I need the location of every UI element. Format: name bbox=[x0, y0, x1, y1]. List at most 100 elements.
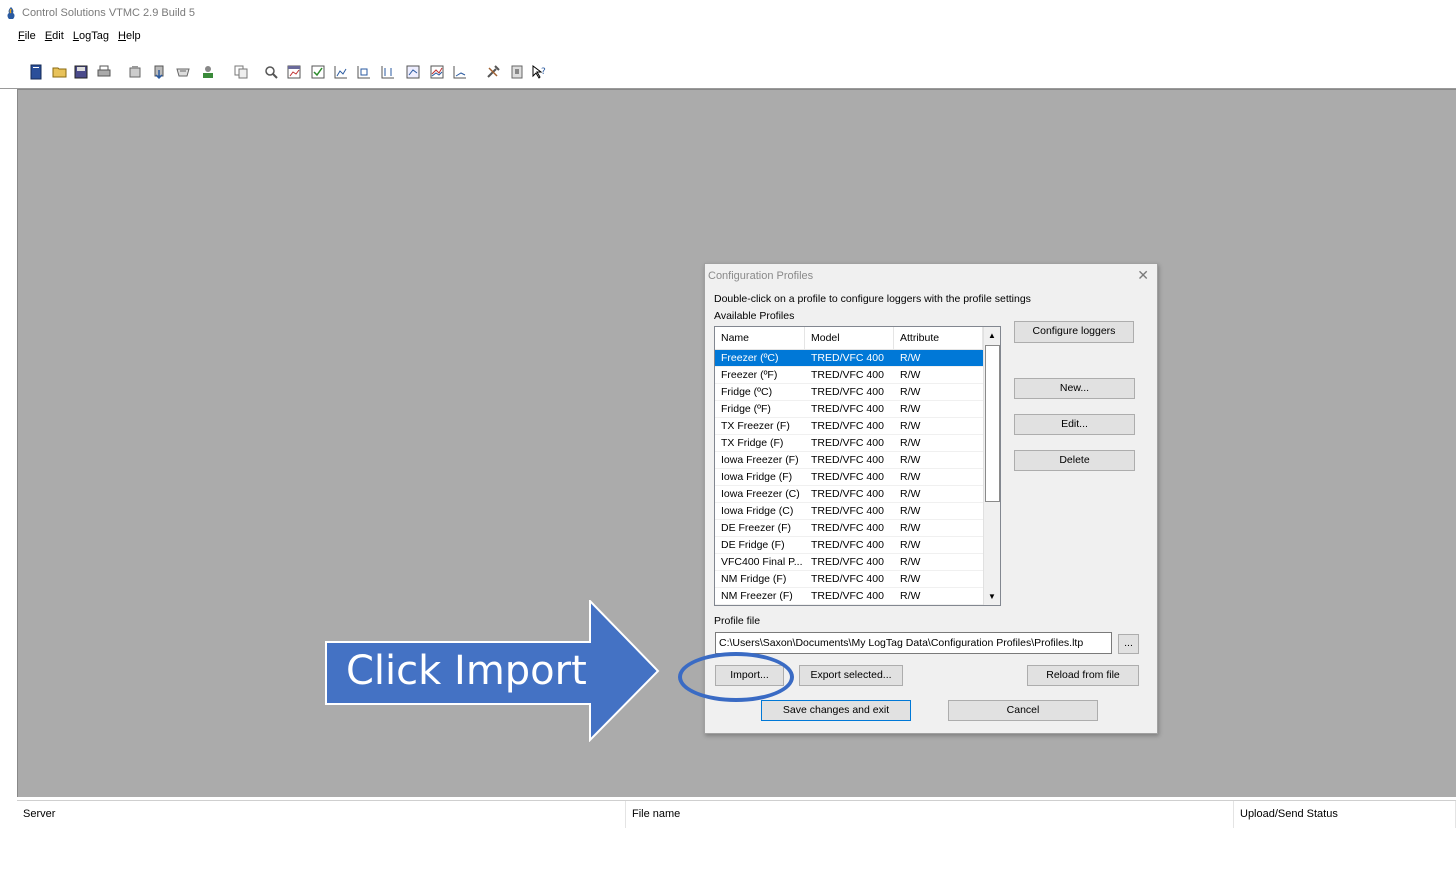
list-item[interactable]: Freezer (ºC) TRED/VFC 400 R/W bbox=[715, 350, 983, 367]
cell-name: VFC400 Final P... bbox=[721, 556, 803, 568]
profiles-list[interactable]: Name Model Attribute Freezer (ºC) TRED/VF… bbox=[714, 326, 1001, 606]
cell-name: Iowa Fridge (F) bbox=[721, 471, 793, 483]
check-chart-icon[interactable] bbox=[310, 64, 326, 80]
list-item[interactable]: Iowa Freezer (C) TRED/VFC 400 R/W bbox=[715, 486, 983, 503]
save-icon[interactable] bbox=[73, 64, 89, 80]
cell-model: TRED/VFC 400 bbox=[811, 454, 884, 466]
delete-profile-button[interactable]: Delete bbox=[1014, 450, 1135, 471]
svg-text:?: ? bbox=[541, 67, 546, 77]
close-icon[interactable]: ✕ bbox=[1137, 267, 1149, 284]
menu-help[interactable]: Help bbox=[118, 30, 141, 42]
cell-attribute: R/W bbox=[900, 539, 921, 551]
column-header-name[interactable]: Name bbox=[715, 327, 805, 349]
list-item[interactable]: KY Freezer (F)TRED/VFC 400R/W bbox=[715, 605, 983, 606]
open-folder-icon[interactable] bbox=[52, 64, 68, 80]
app-logo-icon bbox=[7, 7, 15, 19]
list-item[interactable]: Iowa Fridge (F) TRED/VFC 400 R/W bbox=[715, 469, 983, 486]
column-header-file-name[interactable]: File name bbox=[626, 801, 1234, 828]
new-profile-button[interactable]: New... bbox=[1014, 378, 1135, 399]
multi-line-chart-icon[interactable] bbox=[429, 64, 445, 80]
menu-file[interactable]: File bbox=[18, 30, 36, 42]
cell-name: DE Fridge (F) bbox=[721, 539, 785, 551]
chart-icon[interactable] bbox=[333, 64, 349, 80]
cell-model: TRED/VFC 400 bbox=[805, 605, 894, 606]
zoom-icon[interactable] bbox=[263, 64, 279, 80]
column-header-model[interactable]: Model bbox=[805, 327, 894, 349]
list-item[interactable]: Iowa Freezer (F) TRED/VFC 400 R/W bbox=[715, 452, 983, 469]
column-header-attribute[interactable]: Attribute bbox=[894, 327, 983, 349]
list-header: Name Model Attribute bbox=[715, 327, 983, 350]
chart-range-icon[interactable] bbox=[380, 64, 396, 80]
chart-zoom-icon[interactable] bbox=[356, 64, 372, 80]
callout-text: Click Import bbox=[346, 648, 587, 694]
save-changes-button[interactable]: Save changes and exit bbox=[761, 700, 911, 721]
cell-attribute: R/W bbox=[900, 590, 921, 602]
list-item[interactable]: NM Fridge (F) TRED/VFC 400 R/W bbox=[715, 571, 983, 588]
edit-profile-button[interactable]: Edit... bbox=[1014, 414, 1135, 435]
cell-model: TRED/VFC 400 bbox=[811, 369, 884, 381]
cell-attribute: R/W bbox=[900, 556, 921, 568]
list-item[interactable]: TX Fridge (F) TRED/VFC 400 R/W bbox=[715, 435, 983, 452]
calendar-chart-icon[interactable] bbox=[286, 64, 302, 80]
cell-model: TRED/VFC 400 bbox=[811, 556, 884, 568]
cell-model: TRED/VFC 400 bbox=[811, 539, 884, 551]
configure-loggers-button[interactable]: Configure loggers bbox=[1014, 321, 1134, 343]
reload-from-file-button[interactable]: Reload from file bbox=[1027, 665, 1139, 686]
cell-name: Iowa Freezer (F) bbox=[721, 454, 799, 466]
cell-attribute: R/W bbox=[900, 522, 921, 534]
cell-attribute: R/W bbox=[900, 386, 921, 398]
list-item[interactable]: TX Freezer (F) TRED/VFC 400 R/W bbox=[715, 418, 983, 435]
cell-model: TRED/VFC 400 bbox=[811, 471, 884, 483]
title-bar: Control Solutions VTMC 2.9 Build 5 bbox=[0, 0, 1456, 26]
browse-file-button[interactable]: ... bbox=[1118, 634, 1139, 654]
list-item[interactable]: VFC400 Final P... TRED/VFC 400 R/W bbox=[715, 554, 983, 571]
export-selected-button[interactable]: Export selected... bbox=[799, 665, 903, 686]
cell-attribute: R/W bbox=[894, 605, 983, 606]
cell-model: TRED/VFC 400 bbox=[811, 573, 884, 585]
list-item[interactable]: NM Freezer (F) TRED/VFC 400 R/W bbox=[715, 588, 983, 605]
scrollbar-thumb[interactable] bbox=[985, 345, 1000, 502]
tools-icon[interactable] bbox=[485, 64, 501, 80]
cell-model: TRED/VFC 400 bbox=[811, 488, 884, 500]
column-header-upload-status[interactable]: Upload/Send Status bbox=[1234, 801, 1456, 828]
cell-attribute: R/W bbox=[900, 505, 921, 517]
profile-file-label: Profile file bbox=[714, 615, 761, 627]
cell-name: Iowa Fridge (C) bbox=[721, 505, 794, 517]
line-chart-icon[interactable] bbox=[452, 64, 468, 80]
menu-edit[interactable]: Edit bbox=[45, 30, 64, 42]
cell-attribute: R/W bbox=[900, 369, 921, 381]
list-item[interactable]: DE Freezer (F) TRED/VFC 400 R/W bbox=[715, 520, 983, 537]
cell-name: Iowa Freezer (C) bbox=[721, 488, 800, 500]
column-header-server[interactable]: Server bbox=[17, 801, 626, 828]
copy-icon[interactable] bbox=[233, 64, 249, 80]
scroll-up-icon[interactable]: ▲ bbox=[984, 327, 1000, 344]
cell-attribute: R/W bbox=[900, 420, 921, 432]
cell-attribute: R/W bbox=[900, 403, 921, 415]
available-profiles-label: Available Profiles bbox=[714, 310, 795, 322]
profile-file-path-field[interactable]: C:\Users\Saxon\Documents\My LogTag Data\… bbox=[715, 632, 1112, 654]
menu-logtag[interactable]: LogTag bbox=[73, 30, 109, 42]
scroll-down-icon[interactable]: ▼ bbox=[984, 588, 1000, 605]
dialog-title: Configuration Profiles bbox=[708, 270, 814, 282]
profiles-scrollbar[interactable]: ▲ ▼ bbox=[983, 327, 1000, 605]
list-item[interactable]: Fridge (ºC) TRED/VFC 400 R/W bbox=[715, 384, 983, 401]
info-icon[interactable] bbox=[509, 64, 525, 80]
logger-settings-icon[interactable] bbox=[127, 64, 143, 80]
upload-logger-icon[interactable] bbox=[175, 64, 191, 80]
cell-name: NM Freezer (F) bbox=[721, 590, 793, 602]
context-help-icon[interactable]: ? bbox=[531, 64, 547, 80]
list-item[interactable]: DE Fridge (F) TRED/VFC 400 R/W bbox=[715, 537, 983, 554]
list-body: Freezer (ºC) TRED/VFC 400 R/W Freezer (ºF) T… bbox=[715, 350, 983, 606]
download-logger-icon[interactable] bbox=[151, 64, 167, 80]
list-item[interactable]: Freezer (ºF) TRED/VFC 400 R/W bbox=[715, 367, 983, 384]
list-item[interactable]: Iowa Fridge (C) TRED/VFC 400 R/W bbox=[715, 503, 983, 520]
new-document-icon[interactable] bbox=[28, 64, 44, 80]
window-title: Control Solutions VTMC 2.9 Build 5 bbox=[22, 7, 196, 19]
chart-settings-icon[interactable] bbox=[405, 64, 421, 80]
cancel-button[interactable]: Cancel bbox=[948, 700, 1098, 721]
user-icon[interactable] bbox=[200, 64, 216, 80]
cell-name: Fridge (ºF) bbox=[721, 403, 771, 415]
menu-bar: File Edit LogTag Help bbox=[18, 30, 147, 50]
list-item[interactable]: Fridge (ºF) TRED/VFC 400 R/W bbox=[715, 401, 983, 418]
print-icon[interactable] bbox=[96, 64, 112, 80]
